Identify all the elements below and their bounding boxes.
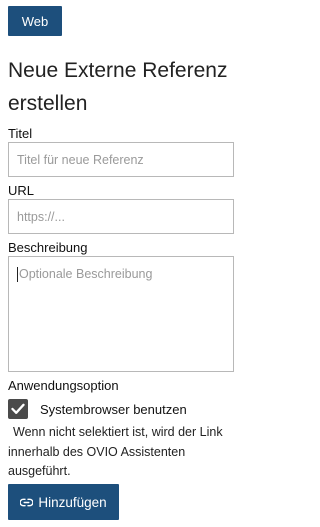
url-input-placeholder: https://... (17, 209, 65, 224)
app-option-label: Anwendungsoption (8, 378, 119, 393)
description-field-label: Beschreibung (8, 240, 88, 255)
text-caret (17, 267, 18, 282)
add-button[interactable]: Hinzufügen (8, 484, 119, 520)
title-input-placeholder: Titel für neue Referenz (17, 152, 144, 167)
title-field-label: Titel (8, 126, 33, 141)
url-input[interactable]: https://... (8, 199, 234, 234)
description-placeholder: Optionale Beschreibung (19, 267, 153, 281)
app-option-hint: Wenn nicht selektiert ist, wird der Link… (8, 425, 223, 478)
title-input[interactable]: Titel für neue Referenz (8, 142, 234, 177)
description-textarea[interactable]: Optionale Beschreibung (8, 256, 234, 372)
page-title: Neue Externe Referenz erstellen (8, 59, 228, 115)
add-button-label: Hinzufügen (38, 494, 107, 510)
link-icon (20, 498, 34, 506)
checkmark-icon (11, 403, 25, 414)
system-browser-checkbox[interactable] (8, 399, 28, 419)
url-field-label: URL (8, 183, 35, 198)
system-browser-label[interactable]: Systembrowser benutzen (40, 402, 187, 417)
web-tag-button[interactable]: Web (8, 6, 62, 36)
